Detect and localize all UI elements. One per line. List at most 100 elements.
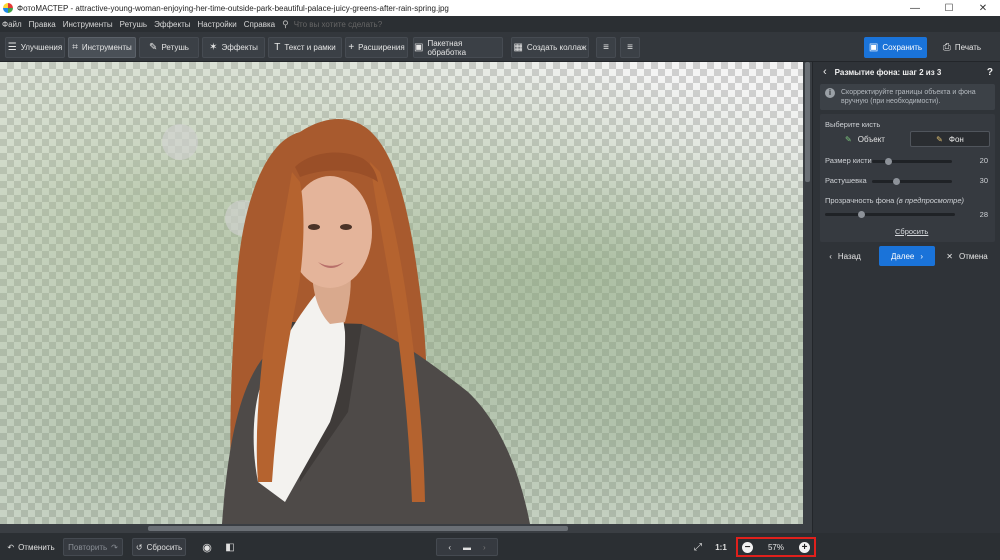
opacity-value: 28: [979, 210, 988, 219]
sliders-icon: ☰: [7, 42, 17, 53]
cancel-button[interactable]: ✕ Отмена: [941, 246, 993, 266]
prev-file-icon[interactable]: ‹: [448, 543, 451, 552]
back-button[interactable]: ‹ Назад: [821, 246, 869, 266]
slider-knob[interactable]: [885, 158, 892, 165]
chevron-right-icon: ›: [920, 251, 924, 261]
brush-size-label: Размер кисти: [825, 156, 872, 165]
text-icon: T: [274, 42, 281, 53]
tool-panel: ‹ Размытие фона: шаг 2 из 3 ? i Скоррект…: [812, 62, 1000, 533]
reset-link[interactable]: Сбросить: [895, 227, 928, 236]
fit-screen-button[interactable]: ⤢: [689, 538, 707, 556]
actual-size-button[interactable]: 1:1: [711, 538, 731, 556]
vertical-scrollbar[interactable]: [803, 62, 812, 524]
tab-retouch[interactable]: ✎ Ретушь: [139, 37, 199, 58]
zoom-in-icon[interactable]: +: [798, 541, 810, 553]
main-toolbar: ☰ Улучшения ⌗ Инструменты ✎ Ретушь ✶ Эфф…: [0, 32, 1000, 62]
brush-background-button[interactable]: ✎ Фон: [910, 131, 990, 147]
close-icon: ✕: [946, 251, 953, 261]
floppy-icon: ▣: [868, 42, 879, 53]
redo-button[interactable]: Повторить ↷: [63, 538, 123, 556]
zoom-value: 57%: [767, 542, 784, 552]
menu-settings[interactable]: Настройки: [197, 20, 236, 29]
close-window-button[interactable]: ✕: [966, 0, 1000, 16]
menu-effects[interactable]: Эффекты: [154, 20, 190, 29]
history-button[interactable]: ≡: [620, 37, 640, 58]
brush-size-slider[interactable]: [872, 158, 952, 165]
window-title: ФотоМАСТЕР - attractive-young-woman-enjo…: [17, 3, 449, 13]
zoom-control: − 57% +: [736, 537, 816, 557]
file-navigation: ‹ ▬ ›: [436, 538, 498, 556]
slider-knob[interactable]: [858, 211, 866, 218]
undo-button[interactable]: ↶ Отменить: [4, 538, 58, 556]
panel-title: Размытие фона: шаг 2 из 3: [834, 67, 942, 77]
brush-icon: ✎: [149, 42, 158, 53]
scrollbar-thumb[interactable]: [805, 62, 810, 182]
save-button[interactable]: ▣ Сохранить: [864, 37, 927, 58]
opacity-label: Прозрачность фона (в предпросмотре): [825, 196, 964, 205]
app-logo-icon: [3, 3, 13, 13]
batch-processing-button[interactable]: ▣ Пакетная обработка: [413, 37, 503, 58]
menu-retouch[interactable]: Ретушь: [120, 20, 148, 29]
menu-file[interactable]: Файл: [2, 20, 22, 29]
compare-split-button[interactable]: ◧: [221, 538, 239, 556]
compare-button[interactable]: ≡: [596, 37, 616, 58]
minimize-button[interactable]: —: [898, 0, 932, 16]
zoom-out-icon[interactable]: −: [742, 541, 753, 553]
folder-icon[interactable]: ▬: [463, 543, 471, 552]
opacity-slider[interactable]: [825, 211, 955, 218]
tab-enhancements[interactable]: ☰ Улучшения: [5, 37, 65, 58]
menu-edit[interactable]: Правка: [29, 20, 56, 29]
menu-tools[interactable]: Инструменты: [63, 20, 113, 29]
brush-size-value: 20: [979, 156, 988, 165]
maximize-button[interactable]: ☐: [932, 0, 966, 16]
menu-help[interactable]: Справка: [244, 20, 275, 29]
plus-icon: +: [348, 42, 355, 53]
next-button[interactable]: Далее ›: [879, 246, 935, 266]
create-collage-button[interactable]: ▦ Создать коллаж: [511, 37, 589, 58]
print-button[interactable]: ⎙ Печать: [932, 37, 992, 58]
feather-label: Растушевка: [825, 176, 867, 185]
subject-photo: [222, 118, 530, 524]
collage-icon: ▦: [513, 42, 523, 53]
panel-header: ‹ Размытие фона: шаг 2 из 3 ?: [813, 62, 1000, 82]
brush-minus-icon: ✎: [936, 134, 943, 144]
menu-search[interactable]: ⚲ Что вы хотите сделать?: [282, 19, 382, 30]
crop-icon: ⌗: [72, 42, 78, 53]
tab-effects[interactable]: ✶ Эффекты: [202, 37, 265, 58]
back-arrow-icon[interactable]: ‹: [823, 66, 827, 78]
reset-all-button[interactable]: ↺ Сбросить: [132, 538, 186, 556]
chevron-left-icon: ‹: [829, 251, 832, 261]
brush-object-button[interactable]: ✎ Объект: [825, 131, 905, 147]
batch-icon: ▣: [414, 42, 424, 53]
preview-eye-button[interactable]: ◉: [198, 538, 216, 556]
next-file-icon[interactable]: ›: [483, 543, 486, 552]
image-canvas[interactable]: [0, 62, 812, 524]
reset-icon: ↺: [135, 542, 143, 552]
title-bar: ФотоМАСТЕР - attractive-young-woman-enjo…: [0, 0, 1000, 16]
split-view-icon: ◧: [225, 541, 235, 553]
brush-title: Выберите кисть: [825, 120, 881, 129]
help-icon[interactable]: ?: [987, 67, 993, 78]
info-icon: i: [825, 88, 835, 98]
tab-tools[interactable]: ⌗ Инструменты: [68, 37, 136, 58]
undo-icon: ↶: [7, 542, 15, 552]
tab-extensions[interactable]: + Расширения: [345, 37, 408, 58]
slider-knob[interactable]: [893, 178, 900, 185]
sparkle-icon: ✶: [209, 42, 218, 53]
scrollbar-thumb[interactable]: [148, 526, 568, 531]
menu-bar: Файл Правка Инструменты Ретушь Эффекты Н…: [0, 16, 1000, 32]
redo-icon: ↷: [111, 542, 118, 552]
step-navigation: ‹ Назад Далее › ✕ Отмена: [813, 246, 1000, 266]
tab-text-frames[interactable]: T Текст и рамки: [268, 37, 342, 58]
horizontal-scrollbar[interactable]: [0, 524, 812, 533]
bottom-bar: ↶ Отменить Повторить ↷ ↺ Сбросить ◉ ◧ ‹ …: [0, 533, 1000, 560]
feather-value: 30: [979, 176, 988, 185]
info-box: i Скорректируйте границы объекта и фона …: [820, 84, 995, 110]
fit-screen-icon: ⤢: [694, 541, 702, 553]
history-icon: ≡: [627, 42, 633, 53]
info-text: Скорректируйте границы объекта и фона вр…: [841, 89, 976, 105]
brush-section: Выберите кисть ✎ Объект ✎ Фон Размер кис…: [820, 114, 995, 242]
feather-slider[interactable]: [872, 178, 952, 185]
search-icon: ⚲: [282, 18, 289, 29]
printer-icon: ⎙: [942, 42, 951, 53]
